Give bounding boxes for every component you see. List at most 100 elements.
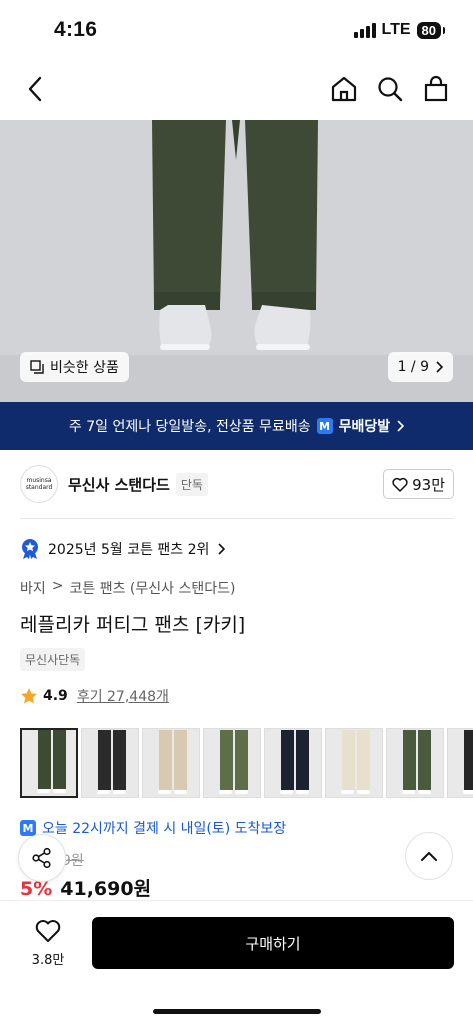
pants-leg (174, 730, 187, 790)
network-type: LTE (381, 21, 411, 38)
pants-leg (220, 730, 233, 790)
divider (20, 518, 454, 519)
image-pager[interactable]: 1 / 9 (387, 352, 453, 382)
header-actions (329, 72, 451, 106)
similar-products-button[interactable]: 비슷한 상품 (20, 352, 129, 382)
brand-name[interactable]: 무신사 스탠다드 (68, 474, 170, 495)
delivery-guarantee[interactable]: M 오늘 22시까지 결제 시 내일(토) 도착보장 (20, 818, 286, 838)
pants-leg (296, 730, 309, 790)
brand-like-count: 93만 (412, 475, 445, 494)
status-bar: 4:16 LTE 80 (0, 0, 473, 58)
chevron-right-icon (218, 543, 226, 555)
shoe (463, 790, 473, 794)
ranking-link[interactable]: 2025년 5월 코튼 팬츠 2위 (20, 538, 226, 560)
shoe (53, 789, 66, 793)
breadcrumb-category[interactable]: 바지 (20, 578, 46, 598)
pants-leg (342, 730, 355, 790)
similar-products-label: 비슷한 상품 (50, 360, 119, 376)
shoe (97, 790, 110, 794)
color-option-thumbnail[interactable] (20, 728, 78, 798)
breadcrumb-subcategory[interactable]: 코튼 팬츠 (무신사 스탠다드) (70, 578, 236, 598)
product-image[interactable]: 비슷한 상품 1 / 9 (0, 120, 473, 402)
heart-icon (392, 477, 408, 492)
breadcrumb-separator: > (51, 578, 64, 594)
product-title: 레플리카 퍼티그 팬츠 [카키] (20, 614, 246, 636)
shoe (113, 790, 126, 794)
status-indicators: LTE 80 (353, 21, 446, 39)
rating-value: 4.9 (43, 688, 68, 704)
home-button[interactable] (329, 72, 359, 106)
brand-exclusive-tag: 단독 (175, 472, 208, 496)
musinsa-delivery-badge: M (316, 418, 333, 434)
shoe (219, 790, 232, 794)
shoe (418, 790, 431, 794)
exclusive-tag: 무신사단독 (20, 648, 86, 671)
battery-icon: 80 (416, 21, 446, 39)
chevron-right-icon (397, 420, 405, 432)
star-icon (21, 688, 37, 704)
shoe (37, 789, 50, 793)
buy-button[interactable]: 구매하기 (92, 917, 454, 969)
signal-icon (353, 22, 376, 38)
shoe (174, 790, 187, 794)
chevron-right-icon (436, 361, 443, 373)
heart-icon (35, 920, 61, 942)
product-like-count: 3.8만 (31, 953, 65, 968)
shoe (280, 790, 293, 794)
shoe (158, 790, 171, 794)
color-option-thumbnail[interactable] (81, 728, 139, 798)
sale-price: 41,690원 (60, 878, 152, 900)
pants-leg (159, 730, 172, 790)
rating-row: 4.9 후기 27,448개 (20, 686, 169, 706)
delivery-text: 오늘 22시까지 결제 시 내일(토) 도착보장 (42, 821, 287, 837)
back-button[interactable] (20, 72, 50, 106)
color-option-thumbnail[interactable] (203, 728, 261, 798)
copy-icon (30, 360, 44, 374)
scroll-top-button[interactable] (405, 832, 453, 880)
color-option-thumbnail[interactable] (386, 728, 444, 798)
color-options (20, 728, 473, 798)
cart-button[interactable] (421, 72, 451, 106)
ranking-text: 2025년 5월 코튼 팬츠 2위 (48, 542, 210, 558)
search-button[interactable] (375, 72, 405, 106)
brand-like-button[interactable]: 93만 (383, 469, 454, 499)
pants-leg (53, 730, 66, 789)
shipping-banner[interactable]: 주 7일 언제나 당일발송, 전상품 무료배송 M 무배당발 (0, 402, 473, 450)
review-count-link[interactable]: 후기 27,448개 (77, 686, 169, 706)
pants-leg (235, 730, 248, 790)
shoe (341, 790, 354, 794)
pager-label: 1 / 9 (397, 359, 429, 375)
color-option-thumbnail[interactable] (264, 728, 322, 798)
pants-leg (403, 730, 416, 790)
brand-logo[interactable]: musinsa standard (20, 465, 58, 503)
pants-leg (113, 730, 126, 790)
ranking-badge-icon (22, 539, 38, 559)
pants-leg (98, 730, 111, 790)
shoe (402, 790, 415, 794)
shipping-text: 주 7일 언제나 당일발송, 전상품 무료배송 (68, 419, 311, 435)
chevron-left-icon (28, 76, 42, 102)
search-icon (378, 77, 403, 102)
pants-leg (281, 730, 294, 790)
pants-leg (464, 730, 473, 790)
top-nav (0, 58, 473, 120)
shoe (235, 790, 248, 794)
pants-leg (357, 730, 370, 790)
shoe (357, 790, 370, 794)
color-option-thumbnail[interactable] (447, 728, 473, 798)
shopping-bag-icon (424, 75, 448, 102)
breadcrumb: 바지 > 코튼 팬츠 (무신사 스탠다드) (20, 578, 235, 598)
brand-row: musinsa standard 무신사 스탠다드 단독 93만 (20, 462, 454, 506)
share-icon (32, 847, 51, 869)
bottom-action-bar: 3.8만 구매하기 (0, 900, 473, 1024)
brand-logo-line1: musinsa (26, 477, 52, 484)
shoe (296, 790, 309, 794)
shipping-strong-text: 무배당발 (338, 419, 391, 435)
pants-leg (418, 730, 431, 790)
status-time: 4:16 (54, 18, 98, 41)
product-like-button[interactable]: 3.8만 (24, 919, 72, 968)
chevron-up-icon (421, 852, 437, 861)
color-option-thumbnail[interactable] (325, 728, 383, 798)
color-option-thumbnail[interactable] (142, 728, 200, 798)
share-button[interactable] (18, 834, 66, 882)
